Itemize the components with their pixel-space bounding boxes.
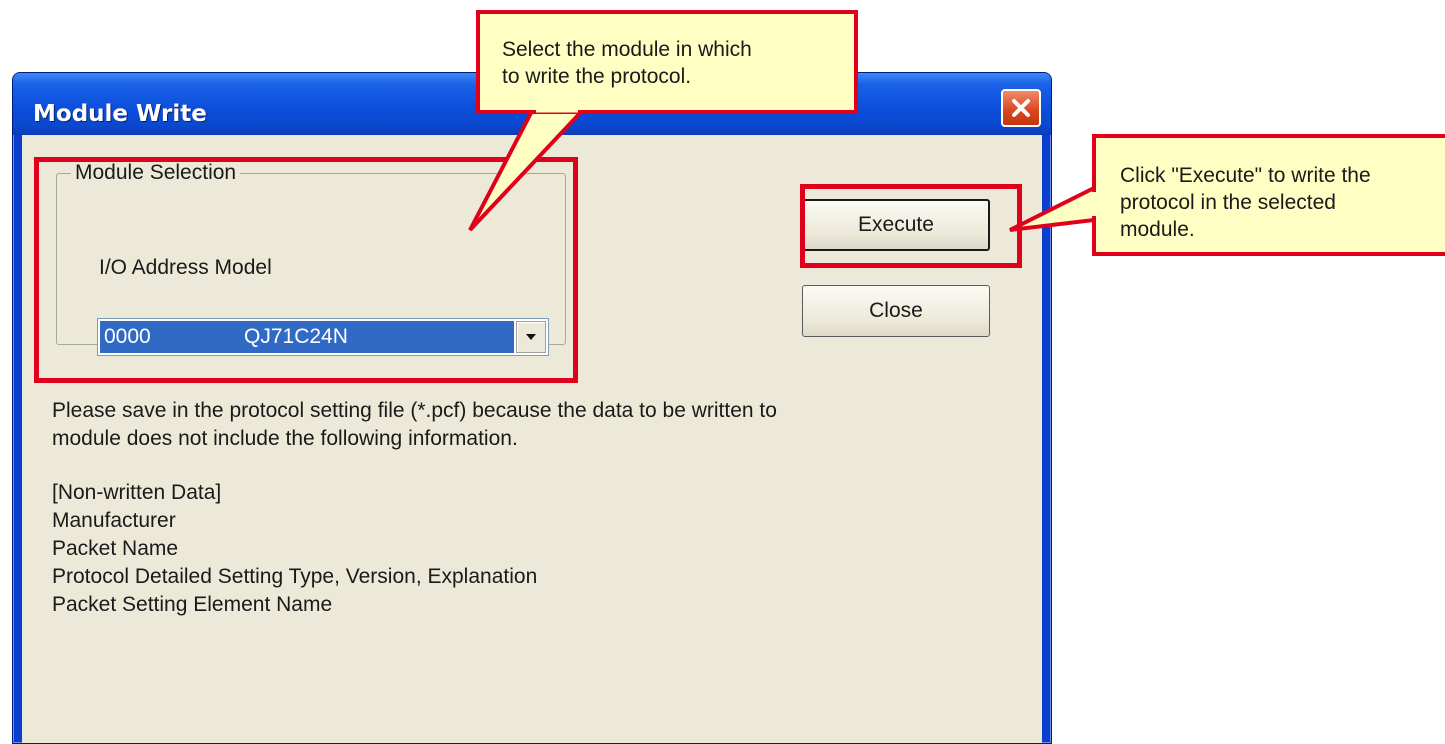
non-written-item: Protocol Detailed Setting Type, Version,… (52, 565, 538, 588)
close-icon (1012, 99, 1030, 117)
non-written-item: Packet Setting Element Name (52, 593, 333, 616)
close-window-button[interactable] (1001, 89, 1041, 127)
module-callout-line: Select the module in which (502, 38, 752, 61)
info-text: Please save in the protocol setting file… (52, 397, 952, 645)
execute-button-highlight (800, 184, 1022, 268)
non-written-item: Manufacturer (52, 509, 176, 532)
execute-callout: Click "Execute" to write the protocol in… (1092, 134, 1445, 256)
module-selection-callout: Select the module in which to write the … (476, 10, 858, 114)
save-notice-line: module does not include the following in… (52, 427, 518, 450)
non-written-data-list: [Non-written Data] Manufacturer Packet N… (52, 479, 952, 619)
close-button[interactable]: Close (802, 285, 990, 337)
execute-callout-line: module. (1120, 218, 1195, 241)
non-written-data-heading: [Non-written Data] (52, 481, 222, 504)
save-notice: Please save in the protocol setting file… (52, 397, 952, 453)
execute-callout-line: protocol in the selected (1120, 191, 1336, 214)
save-notice-line: Please save in the protocol setting file… (52, 399, 777, 422)
dialog-title: Module Write (33, 101, 207, 127)
execute-callout-line: Click "Execute" to write the (1120, 164, 1371, 187)
module-callout-line: to write the protocol. (502, 65, 692, 88)
non-written-item: Packet Name (52, 537, 179, 560)
module-selection-highlight (34, 157, 578, 383)
